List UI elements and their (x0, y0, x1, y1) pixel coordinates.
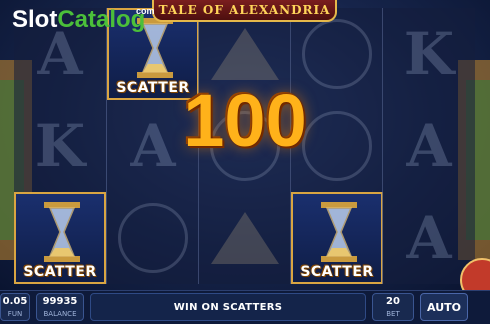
hourglass-icon (44, 202, 80, 262)
bottom-bar: 0.05 FUN 99935 BALANCE WIN ON SCATTERS 2… (0, 290, 490, 324)
symbol-medallion (107, 192, 199, 284)
symbol-scatter: SCATTER (14, 192, 106, 284)
status-message: WIN ON SCATTERS (90, 293, 366, 321)
win-amount: 100 (183, 79, 307, 162)
watermark-part1: Slot (12, 6, 58, 33)
bet-selector[interactable]: 20 BET (372, 293, 414, 321)
pyramid-icon (211, 212, 279, 264)
symbol-pyramid (199, 192, 291, 284)
watermark-logo: SlotCatalog com (12, 6, 155, 34)
game-stage: A K SCATTER SCATTER A SCATTER K A A TALE OF ALEX… (0, 0, 490, 290)
fun-box: 0.05 FUN (0, 293, 30, 321)
fun-label: FUN (7, 310, 23, 318)
symbol-scatter: SCATTER (291, 192, 383, 284)
auto-button[interactable]: AUTO (420, 293, 468, 321)
scatter-label: SCATTER (300, 264, 374, 280)
balance-box: 99935 BALANCE (36, 293, 84, 321)
watermark-part2: Catalog (57, 6, 146, 33)
scatter-label: SCATTER (23, 264, 97, 280)
watermark-suffix: com (136, 6, 155, 16)
balance-label: BALANCE (43, 310, 77, 318)
bet-value: 20 (386, 296, 400, 307)
fun-value: 0.05 (2, 296, 28, 307)
pyramid-icon (211, 28, 279, 80)
symbol-letter-text: A (406, 204, 452, 272)
balance-value: 99935 (42, 296, 78, 307)
medallion-icon (118, 203, 188, 273)
bet-label: BET (386, 310, 400, 318)
game-title: TALE OF ALEXANDRIA (152, 0, 337, 22)
hourglass-icon (321, 202, 357, 262)
